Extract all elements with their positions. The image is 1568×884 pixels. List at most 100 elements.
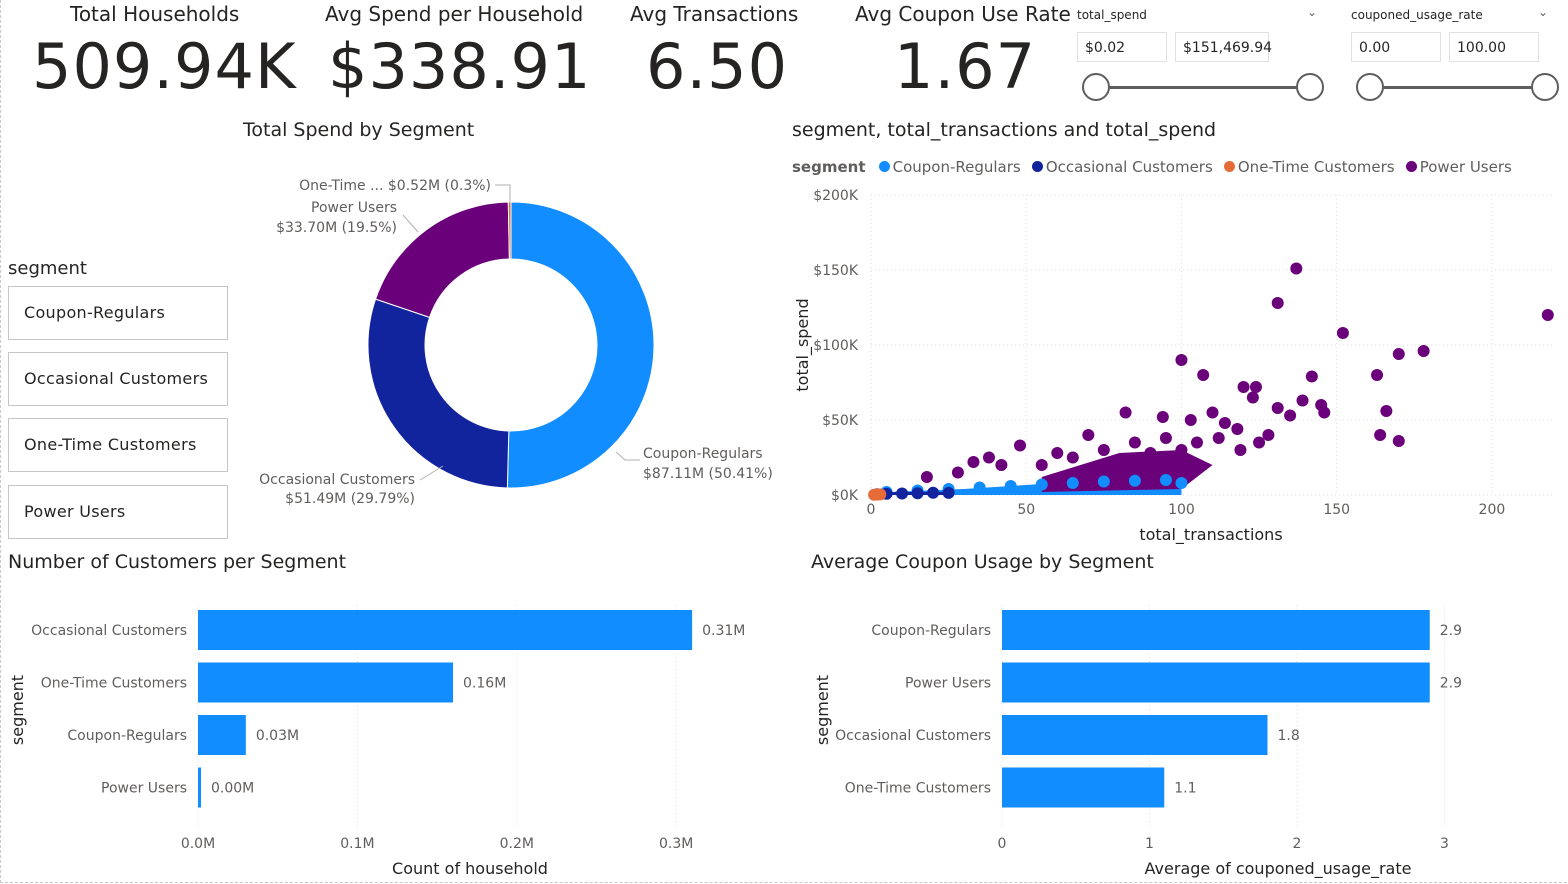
total-spend-max-input[interactable]: $151,469.94 xyxy=(1175,32,1272,62)
slicer-title-coupon-rate: couponed_usage_rate xyxy=(1351,8,1483,22)
segment-button-power-users[interactable]: Power Users xyxy=(8,485,228,539)
bar-coupon-regulars[interactable] xyxy=(198,715,246,755)
scatter-point-power-users[interactable] xyxy=(1206,406,1219,419)
scatter-point-power-users[interactable] xyxy=(1159,432,1172,444)
coupon-y-axis-title: segment xyxy=(813,675,832,745)
scatter-point-power-users[interactable] xyxy=(1305,370,1318,383)
kpi-title-avg-spend: Avg Spend per Household xyxy=(325,2,584,26)
scatter-point-power-users[interactable] xyxy=(1262,429,1275,441)
scatter-point-power-users[interactable] xyxy=(1271,402,1284,414)
scatter-point-power-users[interactable] xyxy=(1237,381,1250,393)
bar-one-time-customers[interactable] xyxy=(198,662,454,703)
scatter-point-power-users[interactable] xyxy=(1113,456,1126,468)
scatter-point-power-users[interactable] xyxy=(1417,345,1430,357)
x-tick-label: 0 xyxy=(998,836,1007,852)
scatter-point-power-users[interactable] xyxy=(1392,435,1405,447)
donut-slice-coupon-regulars[interactable] xyxy=(506,201,655,489)
scatter-point-power-users[interactable] xyxy=(1253,436,1266,449)
bar-occasional-customers[interactable] xyxy=(198,610,693,650)
bar-power-users[interactable] xyxy=(198,767,201,808)
scatter-point-power-users[interactable] xyxy=(1315,399,1328,411)
legend-item-coupon-regulars[interactable]: Coupon-Regulars xyxy=(878,158,1021,176)
donut-label-coupon-name: Coupon-Regulars xyxy=(643,446,763,462)
scatter-point-power-users[interactable] xyxy=(1374,429,1387,441)
scatter-point-power-users[interactable] xyxy=(1119,406,1132,419)
scatter-point-coupon-regulars[interactable] xyxy=(1097,475,1110,488)
segment-button-one-time[interactable]: One-Time Customers xyxy=(8,418,228,472)
leader-line xyxy=(402,214,419,233)
bar-power-users[interactable] xyxy=(1002,662,1430,703)
scatter-point-power-users[interactable] xyxy=(920,471,933,483)
kpi-title-avg-transactions: Avg Transactions xyxy=(630,2,799,26)
coupon-rate-max-handle[interactable] xyxy=(1531,73,1559,101)
legend-dot-icon xyxy=(878,161,890,172)
total-spend-max-handle[interactable] xyxy=(1296,73,1324,101)
scatter-point-power-users[interactable] xyxy=(951,466,964,479)
coupon-rate-max-input[interactable]: 100.00 xyxy=(1449,32,1539,62)
scatter-point-power-users[interactable] xyxy=(1184,414,1197,426)
scatter-point-power-users[interactable] xyxy=(1231,423,1244,435)
scatter-point-power-users[interactable] xyxy=(1212,432,1225,444)
scatter-point-power-users[interactable] xyxy=(1336,327,1349,339)
scatter-point-power-users[interactable] xyxy=(1296,394,1309,407)
scatter-point-power-users[interactable] xyxy=(1246,391,1259,404)
scatter-point-power-users[interactable] xyxy=(1066,451,1079,464)
scatter-point-occasional-customers[interactable] xyxy=(942,486,955,499)
coupon-rate-slider-track[interactable] xyxy=(1370,86,1546,89)
category-label: One-Time Customers xyxy=(41,676,187,692)
scatter-point-coupon-regulars[interactable] xyxy=(1175,477,1188,489)
scatter-point-power-users[interactable] xyxy=(967,456,980,468)
scatter-point-coupon-regulars[interactable] xyxy=(1004,480,1017,492)
bar-one-time-customers[interactable] xyxy=(1002,767,1165,808)
scatter-point-power-users[interactable] xyxy=(1014,439,1027,452)
scatter-point-coupon-regulars[interactable] xyxy=(1035,478,1048,491)
scatter-point-power-users[interactable] xyxy=(1380,405,1393,417)
coupon-rate-min-handle[interactable] xyxy=(1356,73,1384,101)
scatter-point-coupon-regulars[interactable] xyxy=(1066,477,1079,489)
scatter-point-power-users[interactable] xyxy=(1392,348,1405,360)
scatter-point-power-users[interactable] xyxy=(1190,436,1203,449)
scatter-point-occasional-customers[interactable] xyxy=(911,487,924,500)
scatter-point-power-users[interactable] xyxy=(1175,354,1188,366)
scatter-point-power-users[interactable] xyxy=(1097,444,1110,456)
legend-item-power-users[interactable]: Power Users xyxy=(1405,158,1512,176)
category-label: Power Users xyxy=(905,676,991,692)
legend-item-occasional[interactable]: Occasional Customers xyxy=(1031,158,1213,176)
scatter-point-power-users[interactable] xyxy=(1371,369,1384,381)
scatter-point-power-users[interactable] xyxy=(1249,381,1262,393)
scatter-point-power-users[interactable] xyxy=(1035,459,1048,471)
scatter-point-power-users[interactable] xyxy=(1197,369,1210,381)
scatter-point-coupon-regulars[interactable] xyxy=(973,481,986,494)
scatter-point-power-users[interactable] xyxy=(1128,436,1141,449)
scatter-point-occasional-customers[interactable] xyxy=(927,486,940,499)
scatter-point-power-users[interactable] xyxy=(1290,262,1303,275)
donut-slice-occasional-customers[interactable] xyxy=(367,298,510,489)
scatter-point-power-users[interactable] xyxy=(1051,447,1064,459)
scatter-point-occasional-customers[interactable] xyxy=(896,487,909,500)
chevron-down-icon[interactable]: ⌄ xyxy=(1307,5,1317,19)
scatter-point-power-users[interactable] xyxy=(1284,409,1297,422)
scatter-point-power-users[interactable] xyxy=(1218,417,1231,429)
scatter-point-coupon-regulars[interactable] xyxy=(1128,474,1141,487)
scatter-point-one-time-customers[interactable] xyxy=(874,488,887,501)
total-spend-min-handle[interactable] xyxy=(1082,73,1110,101)
scatter-point-power-users[interactable] xyxy=(1234,444,1247,456)
scatter-point-power-users[interactable] xyxy=(995,459,1008,471)
scatter-point-power-users[interactable] xyxy=(1156,411,1169,423)
total-spend-slider-track[interactable] xyxy=(1096,86,1310,89)
segment-button-coupon-regulars[interactable]: Coupon-Regulars xyxy=(8,286,228,340)
scatter-point-power-users[interactable] xyxy=(1175,444,1188,456)
scatter-point-power-users[interactable] xyxy=(1144,447,1157,459)
legend-item-one-time[interactable]: One-Time Customers xyxy=(1223,158,1395,176)
total-spend-min-input[interactable]: $0.02 xyxy=(1077,32,1167,62)
chevron-down-icon[interactable]: ⌄ xyxy=(1538,5,1548,19)
scatter-point-power-users[interactable] xyxy=(1082,429,1095,441)
coupon-rate-min-input[interactable]: 0.00 xyxy=(1351,32,1441,62)
scatter-point-power-users[interactable] xyxy=(982,451,995,464)
bar-coupon-regulars[interactable] xyxy=(1002,610,1430,650)
scatter-point-power-users[interactable] xyxy=(1541,309,1554,321)
scatter-point-power-users[interactable] xyxy=(1271,297,1284,309)
scatter-point-coupon-regulars[interactable] xyxy=(1159,474,1172,486)
segment-button-occasional[interactable]: Occasional Customers xyxy=(8,352,228,406)
bar-occasional-customers[interactable] xyxy=(1002,715,1268,755)
